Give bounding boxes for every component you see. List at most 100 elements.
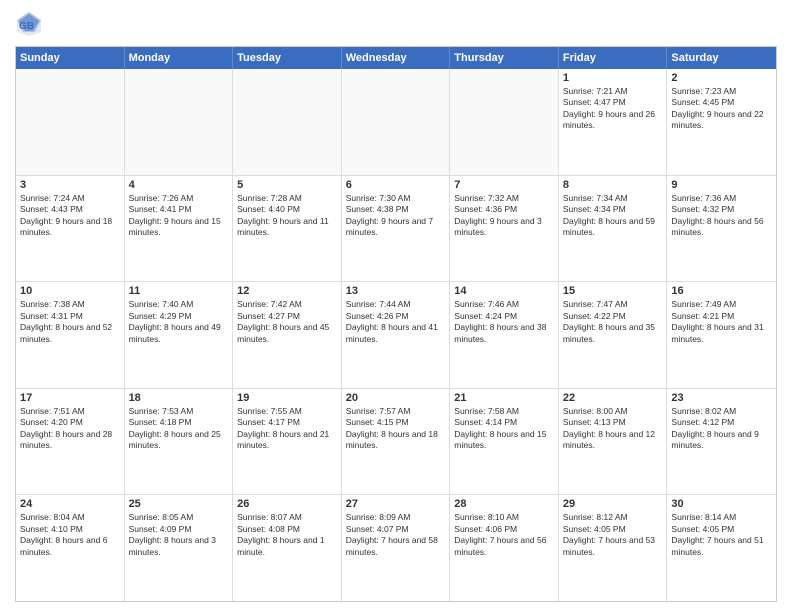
day-cell-10: 10 Sunrise: 7:38 AMSunset: 4:31 PMDayligh… <box>16 282 125 388</box>
day-cell-30: 30Sunrise: 8:14 AMSunset: 4:05 PMDayligh… <box>667 495 776 601</box>
day-info: Sunrise: 7:21 AMSunset: 4:47 PMDaylight:… <box>563 86 663 132</box>
logo: GB <box>15 10 47 38</box>
day-info: Sunrise: 8:10 AMSunset: 4:06 PMDaylight:… <box>454 512 554 558</box>
day-number: 16 <box>671 285 772 297</box>
day-cell-5: 5 Sunrise: 7:28 AMSunset: 4:40 PMDaylight… <box>233 176 342 282</box>
week-row-4: 17Sunrise: 7:51 AMSunset: 4:20 PMDayligh… <box>16 389 776 496</box>
day-cell-28: 28 Sunrise: 8:10 AMSunset: 4:06 PMDayligh… <box>450 495 559 601</box>
day-number: 15 <box>563 285 663 297</box>
empty-cell <box>125 69 234 175</box>
empty-cell <box>450 69 559 175</box>
day-info: Sunrise: 7:24 AMSunset: 4:43 PMDaylight:… <box>20 193 120 239</box>
day-cell-4: 4 Sunrise: 7:26 AMSunset: 4:41 PMDaylight… <box>125 176 234 282</box>
day-number: 30 <box>671 498 772 510</box>
day-info: Sunrise: 7:47 AMSunset: 4:22 PMDaylight:… <box>563 299 663 345</box>
day-number: 20 <box>346 392 446 404</box>
day-number: 28 <box>454 498 554 510</box>
day-number: 5 <box>237 179 337 191</box>
day-number: 6 <box>346 179 446 191</box>
day-number: 17 <box>20 392 120 404</box>
day-number: 11 <box>129 285 229 297</box>
day-info: Sunrise: 8:09 AMSunset: 4:07 PMDaylight:… <box>346 512 446 558</box>
day-number: 7 <box>454 179 554 191</box>
empty-cell <box>16 69 125 175</box>
day-number: 1 <box>563 72 663 84</box>
day-header-sunday: Sunday <box>16 47 125 69</box>
week-row-1: 1 Sunrise: 7:21 AMSunset: 4:47 PMDaylight… <box>16 69 776 176</box>
day-info: Sunrise: 7:26 AMSunset: 4:41 PMDaylight:… <box>129 193 229 239</box>
day-number: 14 <box>454 285 554 297</box>
page: GB SundayMondayTuesdayWednesdayThursdayF… <box>0 0 792 612</box>
day-cell-16: 16 Sunrise: 7:49 AMSunset: 4:21 PMDayligh… <box>667 282 776 388</box>
calendar: SundayMondayTuesdayWednesdayThursdayFrid… <box>15 46 777 602</box>
day-cell-1: 1 Sunrise: 7:21 AMSunset: 4:47 PMDaylight… <box>559 69 668 175</box>
day-info: Sunrise: 7:30 AMSunset: 4:38 PMDaylight:… <box>346 193 446 239</box>
week-row-5: 24Sunrise: 8:04 AMSunset: 4:10 PMDayligh… <box>16 495 776 601</box>
day-cell-20: 20 Sunrise: 7:57 AMSunset: 4:15 PMDayligh… <box>342 389 451 495</box>
day-cell-24: 24Sunrise: 8:04 AMSunset: 4:10 PMDayligh… <box>16 495 125 601</box>
day-cell-15: 15 Sunrise: 7:47 AMSunset: 4:22 PMDayligh… <box>559 282 668 388</box>
day-info: Sunrise: 8:00 AMSunset: 4:13 PMDaylight:… <box>563 406 663 452</box>
empty-cell <box>342 69 451 175</box>
day-number: 10 <box>20 285 120 297</box>
day-number: 19 <box>237 392 337 404</box>
day-info: Sunrise: 7:57 AMSunset: 4:15 PMDaylight:… <box>346 406 446 452</box>
day-cell-19: 19 Sunrise: 7:55 AMSunset: 4:17 PMDayligh… <box>233 389 342 495</box>
day-cell-2: 2Sunrise: 7:23 AMSunset: 4:45 PMDaylight… <box>667 69 776 175</box>
day-info: Sunrise: 7:36 AMSunset: 4:32 PMDaylight:… <box>671 193 772 239</box>
day-info: Sunrise: 7:38 AMSunset: 4:31 PMDaylight:… <box>20 299 120 345</box>
day-cell-22: 22 Sunrise: 8:00 AMSunset: 4:13 PMDayligh… <box>559 389 668 495</box>
day-info: Sunrise: 7:34 AMSunset: 4:34 PMDaylight:… <box>563 193 663 239</box>
day-number: 21 <box>454 392 554 404</box>
day-cell-9: 9 Sunrise: 7:36 AMSunset: 4:32 PMDaylight… <box>667 176 776 282</box>
day-number: 29 <box>563 498 663 510</box>
day-cell-26: 26 Sunrise: 8:07 AMSunset: 4:08 PMDayligh… <box>233 495 342 601</box>
day-header-wednesday: Wednesday <box>342 47 451 69</box>
day-info: Sunrise: 8:02 AMSunset: 4:12 PMDaylight:… <box>671 406 772 452</box>
day-number: 22 <box>563 392 663 404</box>
day-number: 26 <box>237 498 337 510</box>
day-number: 9 <box>671 179 772 191</box>
day-header-monday: Monday <box>125 47 234 69</box>
day-info: Sunrise: 7:23 AMSunset: 4:45 PMDaylight:… <box>671 86 772 132</box>
day-header-tuesday: Tuesday <box>233 47 342 69</box>
week-row-3: 10 Sunrise: 7:38 AMSunset: 4:31 PMDayligh… <box>16 282 776 389</box>
day-number: 3 <box>20 179 120 191</box>
day-cell-7: 7 Sunrise: 7:32 AMSunset: 4:36 PMDaylight… <box>450 176 559 282</box>
day-info: Sunrise: 7:32 AMSunset: 4:36 PMDaylight:… <box>454 193 554 239</box>
day-info: Sunrise: 7:58 AMSunset: 4:14 PMDaylight:… <box>454 406 554 452</box>
day-cell-21: 21 Sunrise: 7:58 AMSunset: 4:14 PMDayligh… <box>450 389 559 495</box>
day-info: Sunrise: 7:46 AMSunset: 4:24 PMDaylight:… <box>454 299 554 345</box>
day-number: 25 <box>129 498 229 510</box>
day-cell-18: 18Sunrise: 7:53 AMSunset: 4:18 PMDayligh… <box>125 389 234 495</box>
day-number: 12 <box>237 285 337 297</box>
day-cell-11: 11 Sunrise: 7:40 AMSunset: 4:29 PMDayligh… <box>125 282 234 388</box>
day-number: 27 <box>346 498 446 510</box>
day-header-friday: Friday <box>559 47 668 69</box>
day-cell-8: 8Sunrise: 7:34 AMSunset: 4:34 PMDaylight… <box>559 176 668 282</box>
day-info: Sunrise: 7:40 AMSunset: 4:29 PMDaylight:… <box>129 299 229 345</box>
day-cell-13: 13 Sunrise: 7:44 AMSunset: 4:26 PMDayligh… <box>342 282 451 388</box>
logo-icon: GB <box>15 10 43 38</box>
day-cell-23: 23Sunrise: 8:02 AMSunset: 4:12 PMDayligh… <box>667 389 776 495</box>
day-info: Sunrise: 8:05 AMSunset: 4:09 PMDaylight:… <box>129 512 229 558</box>
day-info: Sunrise: 7:49 AMSunset: 4:21 PMDaylight:… <box>671 299 772 345</box>
day-info: Sunrise: 7:42 AMSunset: 4:27 PMDaylight:… <box>237 299 337 345</box>
day-cell-25: 25 Sunrise: 8:05 AMSunset: 4:09 PMDayligh… <box>125 495 234 601</box>
day-info: Sunrise: 7:55 AMSunset: 4:17 PMDaylight:… <box>237 406 337 452</box>
day-cell-27: 27 Sunrise: 8:09 AMSunset: 4:07 PMDayligh… <box>342 495 451 601</box>
day-cell-17: 17Sunrise: 7:51 AMSunset: 4:20 PMDayligh… <box>16 389 125 495</box>
day-number: 4 <box>129 179 229 191</box>
day-number: 24 <box>20 498 120 510</box>
day-info: Sunrise: 7:44 AMSunset: 4:26 PMDaylight:… <box>346 299 446 345</box>
svg-text:GB: GB <box>19 21 34 32</box>
day-info: Sunrise: 8:07 AMSunset: 4:08 PMDaylight:… <box>237 512 337 558</box>
header: GB <box>15 10 777 38</box>
day-number: 13 <box>346 285 446 297</box>
day-cell-29: 29 Sunrise: 8:12 AMSunset: 4:05 PMDayligh… <box>559 495 668 601</box>
day-info: Sunrise: 7:28 AMSunset: 4:40 PMDaylight:… <box>237 193 337 239</box>
day-info: Sunrise: 8:12 AMSunset: 4:05 PMDaylight:… <box>563 512 663 558</box>
week-row-2: 3 Sunrise: 7:24 AMSunset: 4:43 PMDaylight… <box>16 176 776 283</box>
day-header-thursday: Thursday <box>450 47 559 69</box>
day-header-saturday: Saturday <box>667 47 776 69</box>
